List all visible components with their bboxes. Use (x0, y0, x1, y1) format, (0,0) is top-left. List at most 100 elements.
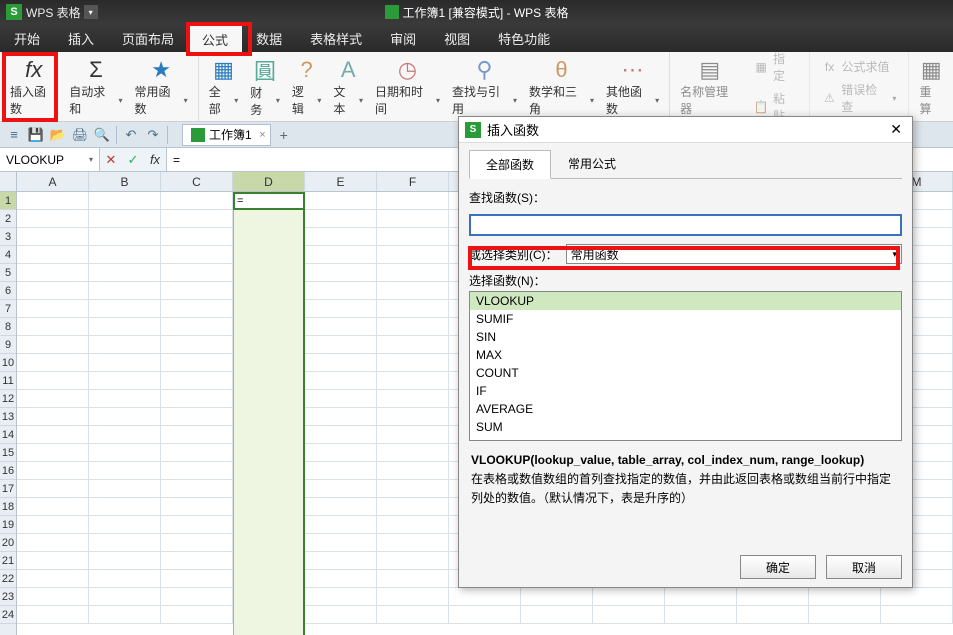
cell[interactable] (377, 462, 449, 480)
cell[interactable] (89, 408, 161, 426)
cell[interactable] (161, 300, 233, 318)
menu-item-0[interactable]: 开始 (0, 24, 54, 52)
cell[interactable] (305, 462, 377, 480)
cell[interactable] (665, 606, 737, 624)
cell[interactable] (377, 426, 449, 444)
cell[interactable] (305, 408, 377, 426)
cell[interactable] (161, 246, 233, 264)
cell[interactable] (377, 552, 449, 570)
cell[interactable] (233, 408, 305, 426)
cell[interactable] (449, 606, 521, 624)
cell[interactable] (89, 426, 161, 444)
cell[interactable] (161, 282, 233, 300)
cell[interactable] (233, 534, 305, 552)
cell[interactable] (737, 588, 809, 606)
function-list[interactable]: VLOOKUPSUMIFSINMAXCOUNTIFAVERAGESUM (469, 291, 902, 441)
cell[interactable] (809, 606, 881, 624)
cell[interactable] (17, 534, 89, 552)
cell[interactable] (233, 588, 305, 606)
cell[interactable] (17, 336, 89, 354)
row-header[interactable]: 23 (0, 588, 16, 606)
cell[interactable] (89, 444, 161, 462)
datetime-button[interactable]: ◷ 日期和时间▾ (369, 54, 446, 119)
cell[interactable] (305, 534, 377, 552)
cell[interactable] (305, 426, 377, 444)
finance-button[interactable]: 圓 财务▾ (244, 54, 286, 119)
row-header[interactable]: 5 (0, 264, 16, 282)
cell[interactable] (665, 588, 737, 606)
cancel-button[interactable]: 取消 (826, 555, 902, 579)
cell[interactable] (305, 318, 377, 336)
cell[interactable] (17, 462, 89, 480)
common-functions-button[interactable]: ★ 常用函数▾ (128, 54, 193, 119)
cell[interactable] (89, 552, 161, 570)
workbook-tab[interactable]: 工作簿1 × (182, 124, 271, 146)
column-header[interactable]: E (305, 172, 377, 191)
function-list-item[interactable]: SUMIF (470, 310, 901, 328)
cell[interactable] (17, 444, 89, 462)
open-icon[interactable]: 📂 (48, 125, 68, 145)
cell[interactable] (161, 354, 233, 372)
cell[interactable] (305, 552, 377, 570)
cell[interactable] (233, 372, 305, 390)
column-header[interactable]: A (17, 172, 89, 191)
menu-item-3[interactable]: 公式 (188, 24, 242, 52)
cell[interactable] (377, 318, 449, 336)
row-header[interactable]: 21 (0, 552, 16, 570)
row-header[interactable]: 10 (0, 354, 16, 372)
cell[interactable] (305, 354, 377, 372)
cell[interactable] (233, 228, 305, 246)
cell[interactable] (161, 534, 233, 552)
cell[interactable] (89, 246, 161, 264)
cell[interactable] (521, 588, 593, 606)
row-header[interactable]: 2 (0, 210, 16, 228)
cell[interactable] (305, 210, 377, 228)
cell[interactable] (161, 516, 233, 534)
row-header[interactable]: 8 (0, 318, 16, 336)
cell[interactable] (161, 588, 233, 606)
cell[interactable] (89, 282, 161, 300)
cell[interactable] (233, 390, 305, 408)
cell[interactable] (89, 570, 161, 588)
logic-button[interactable]: ? 逻辑▾ (286, 54, 328, 119)
cell[interactable] (377, 534, 449, 552)
cell[interactable] (305, 192, 377, 210)
cell[interactable] (161, 462, 233, 480)
cell[interactable] (233, 318, 305, 336)
print-icon[interactable]: 🖨 (70, 125, 90, 145)
print-preview-icon[interactable]: 🔍 (92, 125, 112, 145)
row-header[interactable]: 7 (0, 300, 16, 318)
cell[interactable] (161, 408, 233, 426)
cell[interactable] (377, 390, 449, 408)
cell[interactable] (161, 426, 233, 444)
cell[interactable] (305, 282, 377, 300)
menu-item-2[interactable]: 页面布局 (108, 24, 188, 52)
cell[interactable] (233, 480, 305, 498)
cell[interactable] (593, 588, 665, 606)
cell[interactable] (449, 588, 521, 606)
cell[interactable] (89, 462, 161, 480)
cell[interactable] (17, 606, 89, 624)
cell[interactable] (161, 498, 233, 516)
cell[interactable] (305, 444, 377, 462)
cell[interactable] (89, 354, 161, 372)
cell[interactable] (17, 480, 89, 498)
cell[interactable] (89, 390, 161, 408)
autosum-button[interactable]: Σ 自动求和▾ (63, 54, 128, 119)
cell[interactable] (161, 390, 233, 408)
column-header[interactable]: F (377, 172, 449, 191)
row-header[interactable]: 24 (0, 606, 16, 624)
cell[interactable] (377, 408, 449, 426)
cell[interactable] (89, 264, 161, 282)
cell[interactable] (233, 246, 305, 264)
menu-item-4[interactable]: 数据 (242, 24, 296, 52)
row-header[interactable]: 9 (0, 336, 16, 354)
formula-fx-button[interactable]: fx (144, 148, 166, 171)
cell[interactable] (89, 318, 161, 336)
row-header[interactable]: 19 (0, 516, 16, 534)
cell[interactable] (377, 354, 449, 372)
row-header[interactable]: 20 (0, 534, 16, 552)
cell[interactable] (593, 606, 665, 624)
cell[interactable] (89, 336, 161, 354)
cell[interactable] (89, 300, 161, 318)
